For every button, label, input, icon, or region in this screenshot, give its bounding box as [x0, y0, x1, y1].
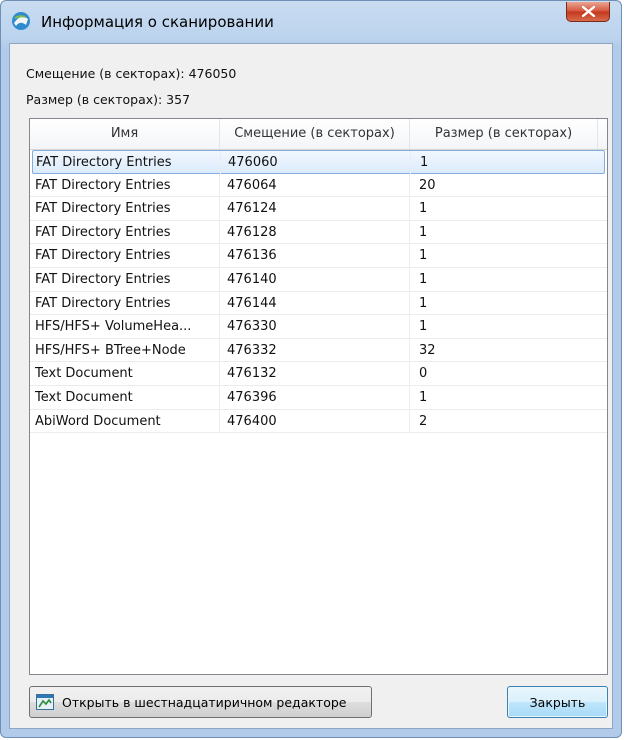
table-row[interactable]: HFS/HFS+ VolumeHea... 476330 1: [30, 315, 607, 339]
cell-name: FAT Directory Entries: [34, 220, 220, 244]
cell-offset: 476140: [220, 267, 410, 291]
hex-editor-label: Открыть в шестнадцатиричном редакторе: [62, 695, 347, 710]
table-row[interactable]: AbiWord Document 476400 2: [30, 409, 607, 434]
close-x-icon: [582, 6, 595, 17]
results-table[interactable]: Имя Смещение (в секторах) Размер (в сект…: [29, 118, 608, 675]
cell-name: FAT Directory Entries: [35, 151, 221, 174]
title-bar[interactable]: Информация о сканировании: [1, 1, 621, 43]
cell-offset: 476064: [220, 173, 410, 197]
cell-offset: 476128: [220, 220, 410, 244]
cell-name: FAT Directory Entries: [34, 267, 220, 291]
table-row[interactable]: FAT Directory Entries 476060 1: [32, 150, 605, 174]
cell-size: 0: [419, 366, 428, 382]
cell-size: 1: [419, 248, 428, 264]
table-row[interactable]: Text Document 476396 1: [30, 385, 607, 410]
cell-offset: 476332: [220, 338, 410, 362]
cell-offset: 476124: [220, 197, 410, 221]
cell-size: 1: [419, 224, 428, 240]
cell-size: 2: [419, 413, 428, 429]
cell-offset: 476396: [220, 385, 410, 409]
size-info: Размер (в секторах): 357: [26, 92, 191, 107]
cell-name: HFS/HFS+ VolumeHea...: [34, 315, 220, 339]
cell-size: 1: [419, 271, 428, 287]
cell-name: Text Document: [34, 362, 220, 386]
column-header-name[interactable]: Имя: [30, 119, 220, 149]
cell-size: 20: [419, 177, 436, 193]
cell-size: 1: [419, 295, 428, 311]
column-header-offset[interactable]: Смещение (в секторах): [220, 119, 410, 149]
scan-info-dialog: Информация о сканировании Смещение (в се…: [0, 0, 622, 738]
open-hex-editor-button[interactable]: Открыть в шестнадцатиричном редакторе: [29, 686, 372, 718]
cell-name: FAT Directory Entries: [34, 197, 220, 221]
close-button-label: Закрыть: [529, 695, 586, 710]
table-body: FAT Directory Entries 476060 1 FAT Director…: [30, 150, 607, 434]
column-header-size[interactable]: Размер (в секторах): [410, 119, 598, 149]
cell-name: Text Document: [34, 385, 220, 409]
dialog-body: Смещение (в секторах): 476050 Размер (в …: [9, 43, 613, 729]
table-header: Имя Смещение (в секторах) Размер (в сект…: [30, 119, 607, 150]
hex-editor-icon: [36, 694, 54, 710]
table-row[interactable]: FAT Directory Entries 476064 20: [30, 173, 607, 198]
cell-offset: 476400: [220, 409, 410, 433]
cell-name: HFS/HFS+ BTree+Node: [34, 338, 220, 362]
table-row[interactable]: Text Document 476132 0: [30, 362, 607, 386]
cell-size: 1: [419, 319, 428, 335]
cell-size: 32: [419, 342, 436, 358]
table-row[interactable]: HFS/HFS+ BTree+Node 476332 32: [30, 338, 607, 363]
scanner-app-icon: [12, 12, 30, 30]
cell-name: FAT Directory Entries: [34, 173, 220, 197]
cell-offset: 476060: [221, 151, 411, 174]
offset-info: Смещение (в секторах): 476050: [26, 66, 237, 81]
cell-offset: 476132: [220, 362, 410, 386]
cell-offset: 476330: [220, 315, 410, 339]
cell-name: AbiWord Document: [34, 409, 220, 433]
cell-size: 1: [419, 201, 428, 217]
cell-name: FAT Directory Entries: [34, 244, 220, 268]
cell-size: 1: [419, 389, 428, 405]
table-row[interactable]: FAT Directory Entries 476124 1: [30, 197, 607, 221]
table-row[interactable]: FAT Directory Entries 476136 1: [30, 244, 607, 268]
cell-name: FAT Directory Entries: [34, 291, 220, 315]
cell-offset: 476144: [220, 291, 410, 315]
window-title: Информация о сканировании: [41, 13, 274, 31]
close-button[interactable]: Закрыть: [507, 686, 608, 718]
cell-size: 1: [420, 155, 429, 170]
table-row[interactable]: FAT Directory Entries 476144 1: [30, 291, 607, 316]
cell-offset: 476136: [220, 244, 410, 268]
window-close-button[interactable]: [566, 2, 610, 22]
table-row[interactable]: FAT Directory Entries 476140 1: [30, 267, 607, 292]
table-row[interactable]: FAT Directory Entries 476128 1: [30, 220, 607, 245]
